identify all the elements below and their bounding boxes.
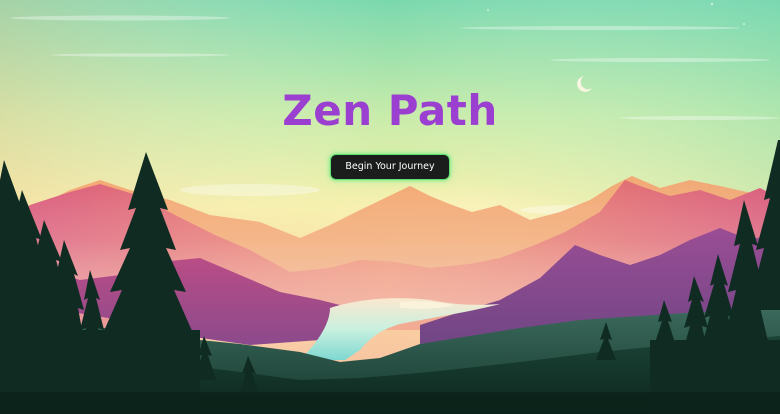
begin-journey-button[interactable]: Begin Your Journey: [330, 154, 450, 180]
landscape-background: [0, 0, 780, 414]
hero-section: Zen Path Begin Your Journey: [0, 0, 780, 414]
page-title: Zen Path: [282, 86, 498, 135]
